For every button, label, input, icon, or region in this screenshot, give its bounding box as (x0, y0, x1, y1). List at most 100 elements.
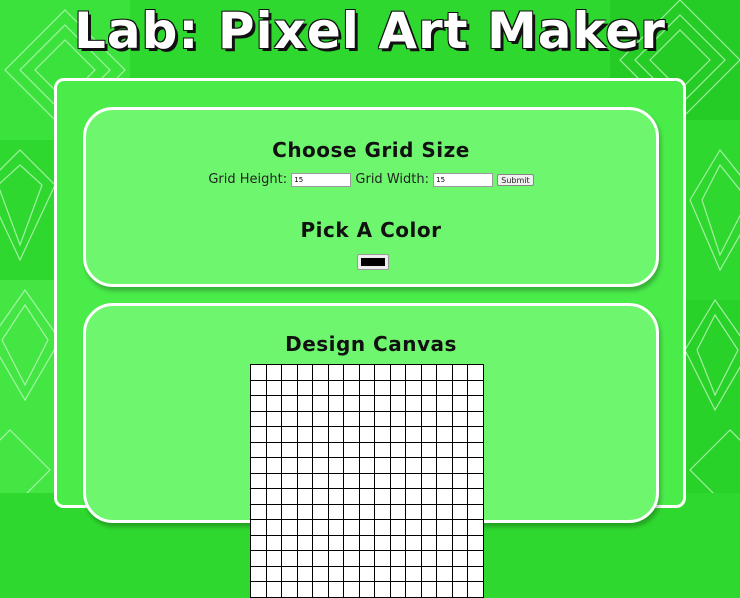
grid-cell[interactable] (405, 550, 422, 567)
grid-cell[interactable] (374, 426, 391, 443)
grid-cell[interactable] (436, 472, 453, 489)
grid-cell[interactable] (467, 441, 484, 458)
grid-cell[interactable] (265, 364, 282, 381)
grid-cell[interactable] (250, 472, 267, 489)
grid-cell[interactable] (405, 379, 422, 396)
grid-cell[interactable] (265, 565, 282, 582)
grid-cell[interactable] (343, 395, 360, 412)
grid-cell[interactable] (374, 550, 391, 567)
grid-cell[interactable] (389, 550, 406, 567)
grid-cell[interactable] (296, 457, 313, 474)
grid-cell[interactable] (436, 441, 453, 458)
grid-cell[interactable] (389, 519, 406, 536)
grid-cell[interactable] (327, 550, 344, 567)
grid-cell[interactable] (467, 503, 484, 520)
grid-cell[interactable] (436, 581, 453, 598)
grid-cell[interactable] (436, 457, 453, 474)
grid-cell[interactable] (281, 581, 298, 598)
grid-cell[interactable] (420, 550, 437, 567)
grid-cell[interactable] (281, 488, 298, 505)
grid-cell[interactable] (327, 426, 344, 443)
grid-cell[interactable] (343, 472, 360, 489)
grid-cell[interactable] (312, 457, 329, 474)
grid-cell[interactable] (343, 426, 360, 443)
grid-cell[interactable] (358, 503, 375, 520)
grid-cell[interactable] (296, 488, 313, 505)
grid-cell[interactable] (389, 379, 406, 396)
grid-cell[interactable] (405, 534, 422, 551)
grid-cell[interactable] (420, 457, 437, 474)
grid-cell[interactable] (467, 457, 484, 474)
grid-cell[interactable] (327, 488, 344, 505)
grid-cell[interactable] (296, 395, 313, 412)
grid-cell[interactable] (358, 472, 375, 489)
grid-cell[interactable] (281, 519, 298, 536)
grid-cell[interactable] (467, 364, 484, 381)
grid-cell[interactable] (358, 395, 375, 412)
grid-cell[interactable] (405, 519, 422, 536)
grid-cell[interactable] (420, 441, 437, 458)
grid-cell[interactable] (389, 364, 406, 381)
grid-cell[interactable] (420, 472, 437, 489)
grid-cell[interactable] (451, 395, 468, 412)
grid-cell[interactable] (358, 550, 375, 567)
grid-cell[interactable] (312, 534, 329, 551)
grid-cell[interactable] (265, 379, 282, 396)
grid-cell[interactable] (312, 441, 329, 458)
grid-cell[interactable] (389, 534, 406, 551)
grid-cell[interactable] (281, 550, 298, 567)
grid-cell[interactable] (467, 488, 484, 505)
grid-cell[interactable] (389, 472, 406, 489)
grid-cell[interactable] (250, 565, 267, 582)
grid-cell[interactable] (467, 472, 484, 489)
grid-cell[interactable] (250, 519, 267, 536)
grid-cell[interactable] (343, 519, 360, 536)
grid-cell[interactable] (327, 581, 344, 598)
grid-cell[interactable] (451, 410, 468, 427)
grid-cell[interactable] (312, 410, 329, 427)
grid-cell[interactable] (358, 534, 375, 551)
grid-cell[interactable] (296, 581, 313, 598)
grid-cell[interactable] (343, 379, 360, 396)
grid-cell[interactable] (296, 503, 313, 520)
grid-cell[interactable] (265, 426, 282, 443)
grid-cell[interactable] (374, 395, 391, 412)
grid-cell[interactable] (343, 534, 360, 551)
grid-cell[interactable] (343, 550, 360, 567)
grid-cell[interactable] (467, 519, 484, 536)
grid-cell[interactable] (312, 379, 329, 396)
grid-cell[interactable] (327, 534, 344, 551)
grid-cell[interactable] (420, 488, 437, 505)
grid-cell[interactable] (343, 457, 360, 474)
grid-cell[interactable] (451, 457, 468, 474)
grid-cell[interactable] (358, 457, 375, 474)
grid-cell[interactable] (265, 395, 282, 412)
grid-cell[interactable] (451, 519, 468, 536)
grid-cell[interactable] (327, 410, 344, 427)
grid-cell[interactable] (312, 488, 329, 505)
grid-cell[interactable] (281, 457, 298, 474)
grid-cell[interactable] (451, 364, 468, 381)
grid-cell[interactable] (436, 410, 453, 427)
grid-cell[interactable] (467, 534, 484, 551)
grid-cell[interactable] (374, 565, 391, 582)
grid-cell[interactable] (467, 395, 484, 412)
grid-cell[interactable] (296, 534, 313, 551)
grid-cell[interactable] (405, 565, 422, 582)
grid-cell[interactable] (281, 565, 298, 582)
grid-cell[interactable] (420, 503, 437, 520)
grid-cell[interactable] (343, 565, 360, 582)
grid-cell[interactable] (374, 534, 391, 551)
grid-cell[interactable] (296, 364, 313, 381)
grid-cell[interactable] (327, 519, 344, 536)
grid-cell[interactable] (451, 426, 468, 443)
grid-cell[interactable] (358, 441, 375, 458)
grid-cell[interactable] (405, 472, 422, 489)
grid-cell[interactable] (451, 379, 468, 396)
grid-cell[interactable] (374, 410, 391, 427)
grid-cell[interactable] (405, 503, 422, 520)
grid-cell[interactable] (420, 565, 437, 582)
grid-cell[interactable] (312, 581, 329, 598)
grid-cell[interactable] (436, 488, 453, 505)
grid-cell[interactable] (250, 457, 267, 474)
